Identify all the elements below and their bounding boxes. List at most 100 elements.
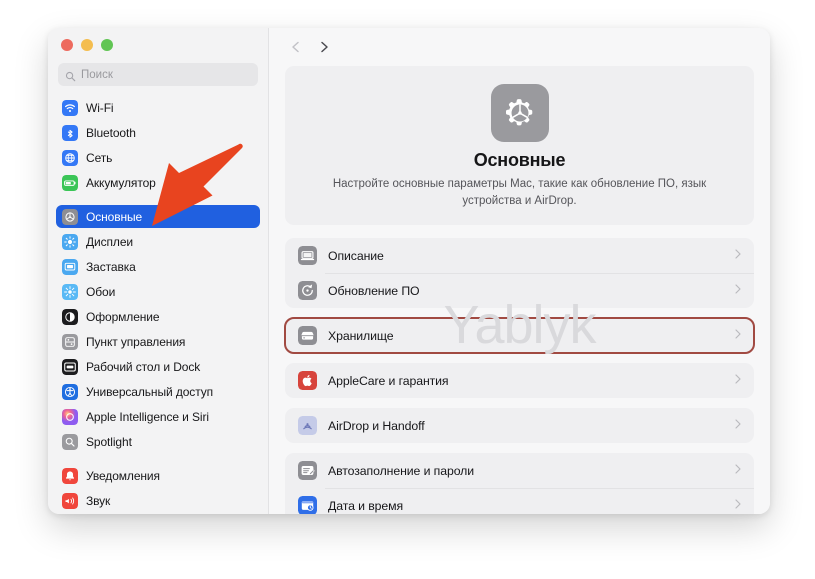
settings-row-label: AirDrop и Handoff — [328, 418, 425, 433]
sidebar-group-2: Уведомления Звук — [56, 464, 260, 512]
sidebar-item-label: Дисплеи — [86, 234, 134, 249]
airdrop-icon — [298, 416, 317, 436]
settings-row-обновление-по[interactable]: Обновление ПО — [285, 273, 754, 308]
settings-scroll-area[interactable]: Основные Настройте основные параметры Ma… — [269, 66, 770, 514]
content-pane: Основные Настройте основные параметры Ma… — [269, 28, 770, 514]
sidebar: Wi-Fi Bluetooth Сеть Аккумулятор Основные Дис… — [48, 28, 269, 514]
chevron-right-icon — [734, 327, 742, 345]
sidebar-item-аккумулятор[interactable]: Аккумулятор — [56, 171, 260, 194]
siri-icon — [62, 408, 78, 425]
settings-cards: Описание Обновление ПО Хранилище AppleCare … — [284, 238, 755, 514]
settings-row-label: AppleCare и гарантия — [328, 373, 449, 388]
spotlight-icon — [62, 433, 78, 450]
search-box[interactable] — [58, 63, 258, 87]
sidebar-item-label: Apple Intelligence и Siri — [86, 409, 209, 424]
autofill-icon — [298, 461, 317, 481]
settings-card: Описание Обновление ПО — [285, 238, 754, 309]
settings-card: Автозаполнение и пароли Дата и время — [285, 453, 754, 514]
sidebar-group-0: Wi-Fi Bluetooth Сеть Аккумулятор — [56, 96, 260, 194]
sidebar-item-универсальный-доступ[interactable]: Универсальный доступ — [56, 380, 260, 403]
sidebar-item-пункт-управления[interactable]: Пункт управления — [56, 330, 260, 353]
sidebar-item-bluetooth[interactable]: Bluetooth — [56, 121, 260, 144]
settings-card: AirDrop и Handoff — [285, 408, 754, 444]
sidebar-item-label: Обои — [86, 284, 116, 299]
sidebar-item-label: Основные — [86, 209, 143, 224]
sidebar-group-1: Основные Дисплеи Заставка Обои Оформление Пун… — [56, 205, 260, 453]
date-time-icon — [298, 496, 317, 514]
settings-row-автозаполнение-и-пароли[interactable]: Автозаполнение и пароли — [285, 453, 754, 488]
settings-row-дата-и-время[interactable]: Дата и время — [285, 488, 754, 514]
software-update-icon — [298, 281, 317, 301]
sidebar-item-wi-fi[interactable]: Wi-Fi — [56, 96, 260, 119]
gear-icon — [62, 208, 78, 225]
sidebar-item-apple-intelligence-и-siri[interactable]: Apple Intelligence и Siri — [56, 405, 260, 428]
control-center-icon — [62, 333, 78, 350]
sidebar-item-label: Универсальный доступ — [86, 384, 214, 399]
sidebar-item-звук[interactable]: Звук — [56, 489, 260, 512]
sidebar-item-label: Заставка — [86, 259, 136, 274]
sidebar-item-label: Уведомления — [86, 468, 160, 483]
forward-button[interactable] — [313, 36, 335, 58]
sidebar-item-label: Wi-Fi — [86, 100, 114, 115]
settings-row-label: Автозаполнение и пароли — [328, 463, 475, 478]
chevron-right-icon — [734, 417, 742, 435]
chevron-right-icon — [734, 282, 742, 300]
maximize-button[interactable] — [101, 38, 113, 51]
display-icon — [62, 233, 78, 250]
sidebar-item-дисплеи[interactable]: Дисплеи — [56, 230, 260, 253]
settings-card: AppleCare и гарантия — [285, 363, 754, 399]
page-description: Настройте основные параметры Mac, такие … — [332, 178, 707, 207]
content-toolbar — [269, 28, 770, 66]
sidebar-item-рабочий-стол-и-dock[interactable]: Рабочий стол и Dock — [56, 355, 260, 378]
close-button[interactable] — [61, 38, 73, 51]
sidebar-item-сеть[interactable]: Сеть — [56, 146, 260, 169]
settings-row-label: Хранилище — [328, 328, 394, 343]
page-header: Основные Настройте основные параметры Ma… — [285, 66, 754, 226]
sidebar-item-label: Рабочий стол и Dock — [86, 359, 201, 374]
sidebar-item-заставка[interactable]: Заставка — [56, 255, 260, 278]
sidebar-item-основные[interactable]: Основные — [56, 205, 260, 229]
sound-icon — [62, 492, 78, 509]
storage-icon — [298, 326, 317, 346]
laptop-icon — [298, 246, 317, 266]
system-settings-window: Wi-Fi Bluetooth Сеть Аккумулятор Основные Дис… — [48, 28, 770, 514]
settings-row-label: Дата и время — [328, 498, 404, 513]
settings-row-airdrop-и-handoff[interactable]: AirDrop и Handoff — [285, 408, 754, 443]
notifications-icon — [62, 467, 78, 484]
settings-row-label: Обновление ПО — [328, 283, 420, 298]
back-button[interactable] — [285, 36, 307, 58]
sidebar-item-spotlight[interactable]: Spotlight — [56, 430, 260, 453]
sidebar-item-label: Оформление — [86, 309, 160, 324]
settings-card-highlighted: Хранилище — [284, 317, 755, 355]
minimize-button[interactable] — [81, 38, 93, 51]
sidebar-item-label: Аккумулятор — [86, 175, 156, 190]
accessibility-icon — [62, 383, 78, 400]
sidebar-nav: Wi-Fi Bluetooth Сеть Аккумулятор Основные Дис… — [48, 96, 268, 514]
settings-row-applecare-и-гарантия[interactable]: AppleCare и гарантия — [285, 363, 754, 398]
sidebar-item-оформление[interactable]: Оформление — [56, 305, 260, 328]
bluetooth-icon — [62, 124, 78, 141]
sidebar-item-уведомления[interactable]: Уведомления — [56, 464, 260, 487]
sidebar-item-label: Пункт управления — [86, 334, 186, 349]
chevron-right-icon — [734, 462, 742, 480]
chevron-right-icon — [734, 497, 742, 514]
chevron-right-icon — [734, 372, 742, 390]
appearance-icon — [62, 308, 78, 325]
chevron-right-icon — [734, 247, 742, 265]
wallpaper-icon — [62, 283, 78, 300]
screensaver-icon — [62, 258, 78, 275]
settings-row-хранилище[interactable]: Хранилище — [285, 318, 754, 353]
sidebar-item-label: Сеть — [86, 150, 113, 165]
sidebar-item-label: Bluetooth — [86, 125, 136, 140]
sidebar-item-обои[interactable]: Обои — [56, 280, 260, 303]
desktop-dock-icon — [62, 358, 78, 375]
globe-icon — [62, 149, 78, 166]
page-title: Основные — [473, 150, 566, 170]
sidebar-item-label: Звук — [86, 493, 111, 508]
search-input[interactable] — [81, 68, 251, 81]
settings-row-описание[interactable]: Описание — [285, 238, 754, 273]
gear-icon — [490, 84, 549, 142]
apple-logo-icon — [298, 371, 317, 391]
search-container — [48, 61, 268, 96]
window-traffic-lights — [48, 28, 268, 61]
